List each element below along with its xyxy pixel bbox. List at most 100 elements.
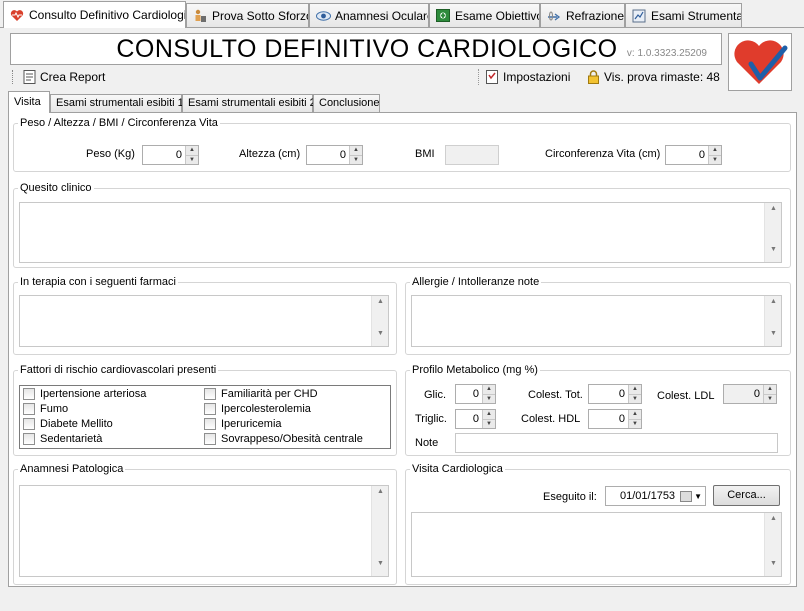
settings-button[interactable]: Impostazioni	[485, 67, 570, 87]
tab-label: Esami strumentali esibiti 1	[56, 97, 184, 109]
clinical-question-textarea[interactable]: ▲ ▼	[19, 202, 782, 263]
trig-label: Triglic.	[415, 413, 447, 425]
checkbox-box[interactable]	[204, 433, 216, 445]
spin-up-icon[interactable]: ▲	[709, 146, 721, 155]
tab-label: Conclusione	[319, 97, 380, 109]
tab-esami-strumentali[interactable]: Esami Strumentali	[625, 3, 742, 27]
tab-label: Esame Obiettivo	[455, 8, 540, 23]
bmi-label: BMI	[415, 148, 435, 160]
title-header: CONSULTO DEFINITIVO CARDIOLOGICO v: 1.0.…	[10, 33, 722, 65]
tab-label: Refrazione	[566, 8, 625, 23]
checkbox-box[interactable]	[23, 418, 35, 430]
checkbox-ipercolesterolemia[interactable]: Ipercolesterolemia	[204, 403, 311, 415]
checkbox-label: Sedentarietà	[40, 433, 103, 445]
checkbox-sovrappeso[interactable]: Sovrappeso/Obesità centrale	[204, 433, 363, 445]
tab-anamnesi-oculare[interactable]: Anamnesi Oculare	[309, 3, 429, 27]
tab-label: Esami strumentali esibiti 2	[188, 97, 316, 109]
chevron-down-icon[interactable]: ▼	[694, 492, 702, 501]
tab-consulto-definitivo[interactable]: Consulto Definitivo Cardiologico	[3, 1, 186, 28]
spin-up-icon[interactable]: ▲	[483, 410, 495, 419]
spin-up-icon[interactable]: ▲	[629, 410, 641, 419]
spin-down-icon[interactable]: ▼	[629, 418, 641, 428]
hdl-spinner[interactable]: 0 ▲ ▼	[588, 409, 642, 429]
height-spinner[interactable]: 0 ▲ ▼	[306, 145, 363, 165]
tab-visita[interactable]: Visita	[8, 91, 50, 113]
col-tot-value: 0	[618, 388, 625, 400]
hdl-value: 0	[618, 413, 625, 425]
ldl-value: 0	[753, 388, 760, 400]
checkbox-fumo[interactable]: Fumo	[23, 403, 68, 415]
vertical-scrollbar[interactable]: ▲ ▼	[371, 486, 388, 576]
therapy-textarea[interactable]: ▲ ▼	[19, 295, 389, 347]
checkbox-box[interactable]	[23, 388, 35, 400]
spin-up-icon[interactable]: ▲	[629, 385, 641, 394]
checkbox-label: Familiarità per CHD	[221, 388, 318, 400]
heart-check-logo	[728, 33, 792, 91]
waist-value: 0	[698, 149, 705, 161]
toolbar-grip	[12, 70, 14, 84]
tab-prova-sotto-sforzo[interactable]: Prova Sotto Sforzo	[186, 3, 309, 27]
col-tot-spinner[interactable]: 0 ▲ ▼	[588, 384, 642, 404]
allergies-textarea[interactable]: ▲ ▼	[411, 295, 782, 347]
trig-spinner[interactable]: 0 ▲ ▼	[455, 409, 496, 429]
tab-refrazione[interactable]: Refrazione	[540, 3, 625, 27]
checkbox-label: Diabete Mellito	[40, 418, 113, 430]
spin-down-icon[interactable]: ▼	[186, 154, 198, 164]
create-report-label: Crea Report	[40, 70, 106, 84]
checkbox-box[interactable]	[204, 418, 216, 430]
checkbox-iperuricemia[interactable]: Iperuricemia	[204, 418, 282, 430]
visit-date-picker[interactable]: 01/01/1753 ▼	[605, 486, 706, 506]
checkbox-box[interactable]	[23, 433, 35, 445]
group-legend: Anamnesi Patologica	[20, 463, 124, 475]
tab-esame-obiettivo[interactable]: Esame Obiettivo	[429, 3, 540, 27]
spin-down-icon[interactable]: ▼	[483, 418, 495, 428]
spin-down-icon[interactable]: ▼	[709, 154, 721, 164]
trial-visits-status: Vis. prova rimaste: 48	[586, 67, 720, 87]
vertical-scrollbar[interactable]: ▲ ▼	[764, 513, 781, 576]
spin-down-icon[interactable]: ▼	[483, 393, 495, 403]
tab-esami-esibiti-2[interactable]: Esami strumentali esibiti 2	[182, 94, 316, 112]
tab-esami-esibiti-1[interactable]: Esami strumentali esibiti 1	[50, 94, 184, 112]
tab-label: Anamnesi Oculare	[335, 8, 429, 23]
top-tab-strip: Consulto Definitivo Cardiologico Prova S…	[0, 0, 804, 28]
vertical-scrollbar[interactable]: ▲ ▼	[764, 296, 781, 346]
spin-up-icon: ▲	[764, 385, 776, 394]
cardio-visit-textarea[interactable]: ▲ ▼	[411, 512, 782, 577]
checkbox-sedentarieta[interactable]: Sedentarietà	[23, 433, 102, 445]
checkbox-ipertensione[interactable]: Ipertensione arteriosa	[23, 388, 146, 400]
checkbox-label: Ipertensione arteriosa	[40, 388, 147, 400]
checkbox-box[interactable]	[23, 403, 35, 415]
tab-label: Visita	[14, 96, 41, 108]
spin-up-icon[interactable]: ▲	[350, 146, 362, 155]
vertical-scrollbar[interactable]: ▲ ▼	[764, 203, 781, 262]
spin-down-icon[interactable]: ▼	[629, 393, 641, 403]
pathological-history-textarea[interactable]: ▲ ▼	[19, 485, 389, 577]
checkbox-label: Ipercolesterolemia	[221, 403, 311, 415]
stethoscope-board-icon	[435, 8, 451, 24]
create-report-button[interactable]: Crea Report	[22, 67, 105, 87]
tab-label: Prova Sotto Sforzo	[212, 8, 309, 23]
checkbox-box[interactable]	[204, 403, 216, 415]
spin-up-icon[interactable]: ▲	[483, 385, 495, 394]
checkbox-familiarita[interactable]: Familiarità per CHD	[204, 388, 318, 400]
tab-label: Consulto Definitivo Cardiologico	[29, 8, 186, 22]
glic-spinner[interactable]: 0 ▲ ▼	[455, 384, 496, 404]
checkbox-box[interactable]	[204, 388, 216, 400]
heart-pulse-icon	[9, 7, 25, 23]
group-legend: Visita Cardiologica	[412, 463, 503, 475]
waist-spinner[interactable]: 0 ▲ ▼	[665, 145, 722, 165]
height-label: Altezza (cm)	[239, 148, 301, 160]
weight-label: Peso (Kg)	[86, 148, 135, 160]
notes-input[interactable]	[455, 433, 778, 453]
waist-label: Circonferenza Vita (cm)	[545, 148, 661, 160]
trial-visits-label: Vis. prova rimaste: 48	[604, 70, 720, 84]
checkbox-label: Fumo	[40, 403, 69, 415]
weight-spinner[interactable]: 0 ▲ ▼	[142, 145, 199, 165]
search-button[interactable]: Cerca...	[713, 485, 780, 506]
tab-conclusione[interactable]: Conclusione	[313, 94, 380, 112]
spin-down-icon[interactable]: ▼	[350, 154, 362, 164]
calendar-icon[interactable]	[680, 490, 693, 502]
checkbox-diabete[interactable]: Diabete Mellito	[23, 418, 113, 430]
spin-up-icon[interactable]: ▲	[186, 146, 198, 155]
vertical-scrollbar[interactable]: ▲ ▼	[371, 296, 388, 346]
